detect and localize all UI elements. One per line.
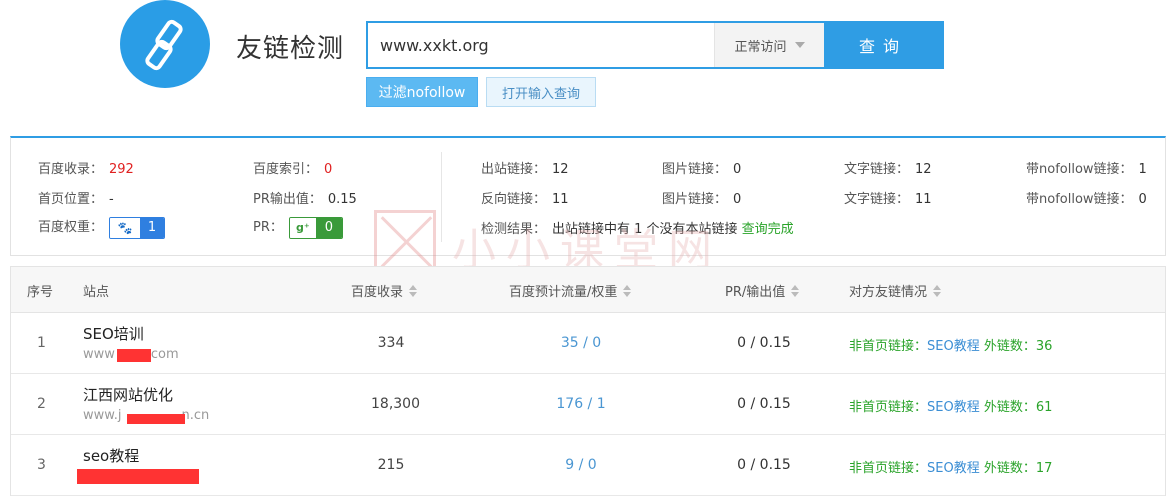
open-input-query-button[interactable]: 打开输入查询 [486,77,596,107]
col-pr[interactable]: PR/输出值 [725,281,800,300]
table-header: 序号 站点 百度收录 百度预计流量/权重 PR/输出值 对方友链情况 [11,267,1165,313]
check-done-status: 查询完成 [741,222,794,237]
stat-baidu-index: 百度索引： 0 [253,162,333,177]
stat-baidu-indexed: 百度收录： 292 [38,162,134,177]
stats-panel [10,136,1166,256]
check-result: 检测结果： 出站链接中有 1 个没有本站链接 查询完成 [481,222,794,237]
flow-link[interactable]: 9 / 0 [531,457,631,473]
sort-icon [933,284,942,297]
page-title: 友链检测 [236,34,345,64]
baidu-weight-badge[interactable]: 🐾 1 [109,216,166,239]
stat-pr: PR： g⁺ 0 [253,216,343,239]
stat-text-links-back: 文字链接： 11 [844,192,932,207]
col-num: 序号 [27,285,54,300]
flow-link[interactable]: 176 / 1 [531,396,631,412]
stats-divider [441,152,442,242]
links-table: 序号 站点 百度收录 百度预计流量/权重 PR/输出值 对方友链情况 1 SEO… [10,266,1166,496]
access-mode-select[interactable]: 正常访问 [714,23,824,67]
table-row: 2 江西网站优化 www.j n.cn 18,300 176 / 1 0 / 0.… [11,374,1165,435]
stat-outbound-links: 出站链接： 12 [481,162,569,177]
col-flow[interactable]: 百度预计流量/权重 [509,281,632,300]
table-row: 3 seo教程 215 9 / 0 0 / 0.15 非首页链接：SEO教程 外… [11,435,1165,496]
pr-badge[interactable]: g⁺ 0 [288,216,343,239]
stat-nofollow-back: 带nofollow链接： 0 [1026,192,1147,207]
col-status[interactable]: 对方友链情况 [849,281,942,300]
anchor-link[interactable]: SEO教程 [927,339,980,354]
anchor-link[interactable]: SEO教程 [927,400,980,415]
site-name[interactable]: seo教程 [83,445,139,466]
query-button[interactable]: 查询 [824,23,942,67]
stat-home-position: 首页位置： - [38,192,114,207]
search-input[interactable] [368,23,714,67]
search-bar: 正常访问 查询 [366,21,944,69]
sort-icon [623,284,632,297]
site-name[interactable]: SEO培训 [83,323,144,344]
stat-backlinks: 反向链接： 11 [481,192,569,207]
stat-image-links-back: 图片链接： 0 [662,192,742,207]
sort-icon [409,284,418,297]
col-indexed[interactable]: 百度收录 [351,281,418,300]
link-status: 非首页链接：SEO教程 外链数：17 [849,461,1053,476]
chevron-down-icon [794,42,805,48]
stat-pr-output: PR输出值： 0.15 [253,192,357,207]
sort-icon [791,284,800,297]
logo [120,0,210,88]
flow-link[interactable]: 35 / 0 [531,335,631,351]
redaction-mark [127,414,185,424]
google-plus-icon: g⁺ [289,217,316,238]
chain-link-icon [145,19,183,71]
link-status: 非首页链接：SEO教程 外链数：61 [849,400,1053,415]
stat-image-links-out: 图片链接： 0 [662,162,742,177]
filter-nofollow-button[interactable]: 过滤nofollow [366,77,478,107]
anchor-link[interactable]: SEO教程 [927,461,980,476]
redaction-mark [117,349,151,362]
table-row: 1 SEO培训 www com 334 35 / 0 0 / 0.15 非首页链接… [11,313,1165,374]
paw-icon: 🐾 [110,217,141,238]
stat-baidu-weight: 百度权重： 🐾 1 [38,216,166,239]
redaction-mark [77,469,199,484]
link-status: 非首页链接：SEO教程 外链数：36 [849,339,1053,354]
col-site: 站点 [83,285,110,300]
stat-nofollow-out: 带nofollow链接： 1 [1026,162,1147,177]
site-name[interactable]: 江西网站优化 [83,384,173,405]
stat-text-links-out: 文字链接： 12 [844,162,932,177]
access-mode-label: 正常访问 [734,39,787,55]
